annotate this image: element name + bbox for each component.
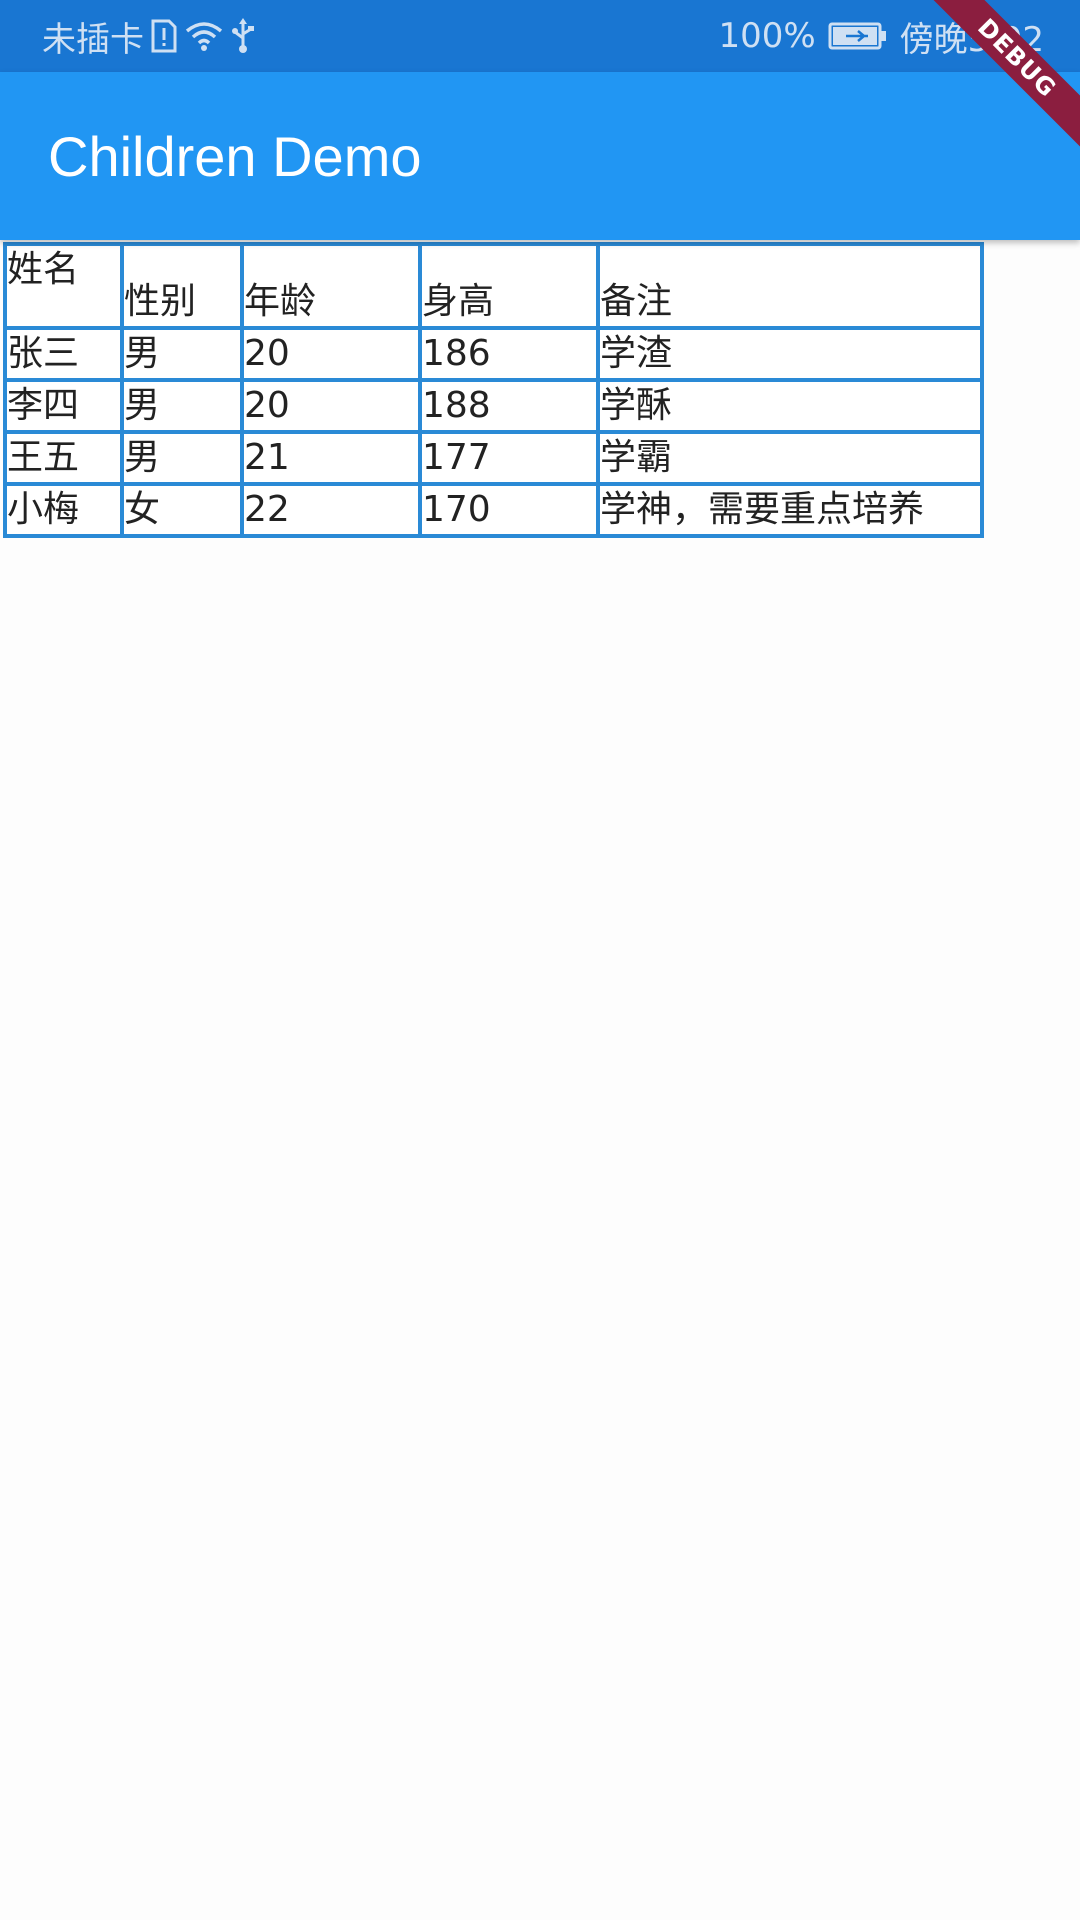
- cell-height: 170: [418, 482, 600, 538]
- wifi-icon: [184, 19, 224, 53]
- cell-height: 186: [418, 326, 600, 382]
- table-row: 李四 男 20 188 学酥: [3, 378, 984, 434]
- battery-percentage: 100%: [718, 16, 816, 56]
- cell-gender: 男: [120, 430, 244, 486]
- cell-gender: 男: [120, 378, 244, 434]
- header-cell-age: 年龄: [240, 242, 422, 330]
- cell-age: 21: [240, 430, 422, 486]
- cell-notes: 学霸: [596, 430, 984, 486]
- app-bar: Children Demo: [0, 72, 1080, 240]
- table-row: 张三 男 20 186 学渣: [3, 326, 984, 382]
- status-right: 100% 傍晚5:02: [718, 0, 1044, 72]
- header-cell-height: 身高: [418, 242, 600, 330]
- cell-height: 188: [418, 378, 600, 434]
- status-bar: 未插卡 100% 傍晚5:02: [0, 0, 1080, 72]
- clock-time: 傍晚5:02: [899, 19, 1044, 60]
- cell-notes: 学渣: [596, 326, 984, 382]
- table-header-row: 姓名 性别 年龄 身高 备注: [3, 242, 984, 330]
- cell-notes: 学神，需要重点培养: [596, 482, 984, 538]
- cell-name: 王五: [3, 430, 124, 486]
- screen: 未插卡 100% 傍晚5:02 Children Demo DEBUG 姓名 性…: [0, 0, 1080, 1920]
- sim-alert-icon: [150, 19, 178, 53]
- page-title: Children Demo: [48, 124, 422, 188]
- header-cell-gender: 性别: [120, 242, 244, 330]
- cell-name: 小梅: [3, 482, 124, 538]
- status-left: 未插卡: [42, 0, 256, 72]
- cell-age: 20: [240, 326, 422, 382]
- battery-charging-icon: [828, 21, 888, 51]
- cell-age: 20: [240, 378, 422, 434]
- cell-age: 22: [240, 482, 422, 538]
- table-row: 王五 男 21 177 学霸: [3, 430, 984, 486]
- cell-gender: 男: [120, 326, 244, 382]
- cell-name: 张三: [3, 326, 124, 382]
- table-row: 小梅 女 22 170 学神，需要重点培养: [3, 482, 984, 538]
- header-cell-name: 姓名: [3, 242, 124, 330]
- cell-height: 177: [418, 430, 600, 486]
- cell-gender: 女: [120, 482, 244, 538]
- cell-name: 李四: [3, 378, 124, 434]
- cell-notes: 学酥: [596, 378, 984, 434]
- header-cell-notes: 备注: [596, 242, 984, 330]
- usb-icon: [230, 18, 256, 54]
- students-table: 姓名 性别 年龄 身高 备注 张三 男 20 186 学渣 李四 男 20 18…: [3, 242, 984, 538]
- carrier-text: 未插卡: [42, 19, 144, 60]
